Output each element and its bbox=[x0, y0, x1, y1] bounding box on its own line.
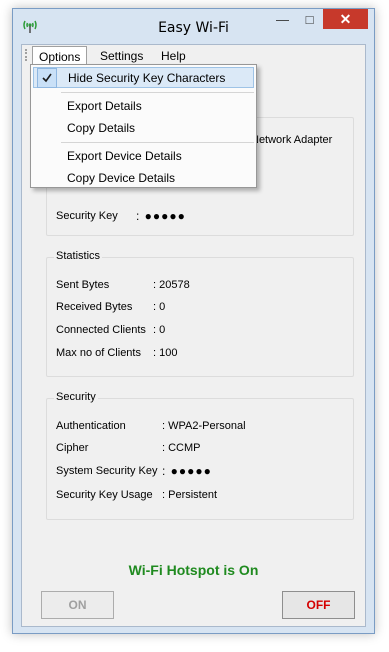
menu-bar: Options Settings Help bbox=[22, 45, 365, 65]
sent-bytes-value: : 20578 bbox=[153, 279, 190, 291]
hotspot-status: Wi-Fi Hotspot is On bbox=[128, 562, 259, 578]
menu-export-device-details[interactable]: Export Device Details bbox=[33, 145, 254, 166]
statistics-group: Statistics Sent Bytes : 20578 Received B… bbox=[46, 250, 354, 377]
adapter-name-partial: Network Adapter bbox=[251, 134, 333, 146]
menu-help[interactable]: Help bbox=[155, 46, 192, 65]
menu-export-details[interactable]: Export Details bbox=[33, 95, 254, 116]
close-button[interactable]: ✕ bbox=[323, 9, 368, 29]
system-security-key-label: System Security Key bbox=[56, 465, 158, 477]
checkmark-icon bbox=[37, 68, 57, 88]
max-clients-label: Max no of Clients bbox=[56, 347, 141, 359]
received-bytes-value: : 0 bbox=[153, 301, 166, 313]
connected-clients-value: : 0 bbox=[153, 324, 166, 336]
received-bytes-label: Received Bytes bbox=[56, 301, 133, 313]
menu-options[interactable]: Options bbox=[32, 46, 88, 65]
authentication-label: Authentication bbox=[56, 420, 126, 432]
on-button[interactable]: ON bbox=[41, 591, 114, 619]
options-dropdown: Hide Security Key Characters Export Deta… bbox=[30, 64, 257, 188]
security-title: Security bbox=[54, 391, 98, 403]
cipher-label: Cipher bbox=[56, 442, 89, 454]
menu-copy-details[interactable]: Copy Details bbox=[33, 117, 254, 138]
security-key-usage-value: : Persistent bbox=[162, 489, 218, 501]
menu-separator bbox=[61, 142, 254, 143]
menu-copy-device-details[interactable]: Copy Device Details bbox=[33, 167, 254, 188]
statistics-title: Statistics bbox=[54, 250, 103, 262]
security-key-label: Security Key bbox=[56, 210, 118, 222]
title-bar[interactable]: Easy Wi-Fi — □ ✕ bbox=[13, 9, 374, 44]
maximize-button[interactable]: □ bbox=[296, 9, 323, 29]
security-key-value: : ●●●●● bbox=[136, 209, 186, 223]
system-security-key-value: : ●●●●● bbox=[162, 464, 212, 478]
connected-clients-label: Connected Clients bbox=[56, 324, 146, 336]
cipher-value: : CCMP bbox=[162, 442, 201, 454]
menu-hide-security-key-label: Hide Security Key Characters bbox=[68, 71, 226, 85]
sent-bytes-label: Sent Bytes bbox=[56, 279, 110, 291]
max-clients-value: : 100 bbox=[153, 347, 178, 359]
menu-separator bbox=[61, 92, 254, 93]
security-key-usage-label: Security Key Usage bbox=[56, 489, 153, 501]
menu-settings[interactable]: Settings bbox=[94, 46, 149, 65]
menu-grip[interactable] bbox=[25, 49, 27, 61]
security-group: Security Authentication : WPA2-Personal … bbox=[46, 391, 354, 520]
authentication-value: : WPA2-Personal bbox=[162, 420, 246, 432]
menu-hide-security-key[interactable]: Hide Security Key Characters bbox=[33, 67, 254, 88]
minimize-button[interactable]: — bbox=[269, 9, 296, 29]
off-button[interactable]: OFF bbox=[282, 591, 355, 619]
